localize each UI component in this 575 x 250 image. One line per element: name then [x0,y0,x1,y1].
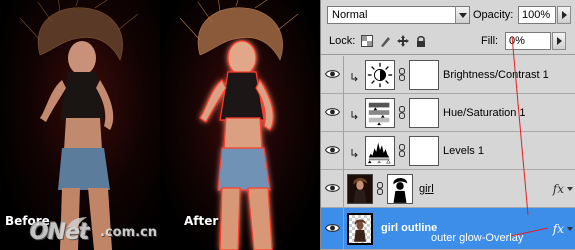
blend-opacity-row: Normal Opacity: 100% [321,0,575,30]
link-chain-icon[interactable] [377,182,383,195]
opacity-label: Opacity: [473,9,514,21]
opacity-input[interactable]: 100% [518,6,556,24]
site-watermark-domain: .com.cn [100,225,158,240]
visibility-cell[interactable] [321,56,344,93]
eye-icon[interactable] [325,223,340,233]
link-chain-icon[interactable] [399,144,405,157]
layer-mask-thumbnail[interactable] [387,174,413,204]
screenshot-root: Before After ONet .com.cn Normal Opacity… [0,0,575,250]
clipping-arrow-icon [351,111,358,120]
layer-name: girl [419,183,434,195]
layer-name: Levels 1 [443,145,484,157]
lock-fill-row: Lock: Fill: 0% [321,30,575,55]
lock-all-icon[interactable] [415,35,427,47]
chevron-down-icon[interactable] [455,7,469,23]
layer-levels[interactable]: Levels 1 [321,132,575,170]
before-figure-image [19,0,139,250]
link-chain-icon[interactable] [399,68,405,81]
visibility-cell[interactable] [321,94,344,131]
fx-icon[interactable]: fx [553,182,564,196]
visibility-cell[interactable] [321,132,344,169]
layer-thumbnail[interactable] [347,213,373,245]
layer-mask-thumbnail[interactable] [409,60,439,90]
visibility-cell[interactable] [321,170,344,207]
fill-slider-button[interactable] [552,32,566,50]
brightness-contrast-icon [365,60,395,90]
layer-mask-thumbnail[interactable] [409,98,439,128]
fill-input[interactable]: 0% [505,32,551,50]
layer-hue-saturation[interactable]: Hue/Saturation 1 [321,94,575,132]
eye-icon[interactable] [325,183,340,193]
layer-girl[interactable]: girl fx [321,170,575,208]
opacity-slider-button[interactable] [557,6,571,24]
expand-effects-icon[interactable] [567,187,573,191]
after-label: After [184,214,219,228]
lock-transparency-icon[interactable] [361,35,373,47]
annotation-text: outer glow-Overlay [431,232,524,244]
layer-thumbnail[interactable] [347,174,373,204]
after-figure-image [179,0,299,250]
before-photo: Before [0,0,160,250]
expand-effects-icon[interactable] [567,227,573,231]
layer-name: Hue/Saturation 1 [443,107,526,119]
before-after-comparison: Before After ONet .com.cn [0,0,320,250]
layer-brightness-contrast[interactable]: Brightness/Contrast 1 [321,56,575,94]
layer-name: girl outline [381,222,438,234]
lock-label: Lock: [329,35,356,47]
visibility-cell[interactable] [321,208,344,249]
lock-position-icon[interactable] [397,35,409,47]
eye-icon[interactable] [325,145,340,155]
after-photo: After [160,0,320,250]
layer-mask-thumbnail[interactable] [409,136,439,166]
link-chain-icon[interactable] [399,106,405,119]
clipping-arrow-icon [351,73,358,82]
hue-saturation-icon [365,98,395,128]
fill-label: Fill: [481,35,499,47]
blend-mode-select[interactable]: Normal [327,6,470,24]
fx-icon[interactable]: fx [553,222,564,236]
watermark-bird-icon [67,217,87,231]
levels-icon [365,136,395,166]
layers-panel: Normal Opacity: 100% Lock: Fill: 0% Brig… [320,0,575,250]
lock-image-pixels-icon[interactable] [379,35,391,47]
eye-icon[interactable] [325,107,340,117]
eye-icon[interactable] [325,69,340,79]
clipping-arrow-icon [351,149,358,158]
blend-mode-value: Normal [332,9,368,21]
layer-name: Brightness/Contrast 1 [443,69,549,81]
